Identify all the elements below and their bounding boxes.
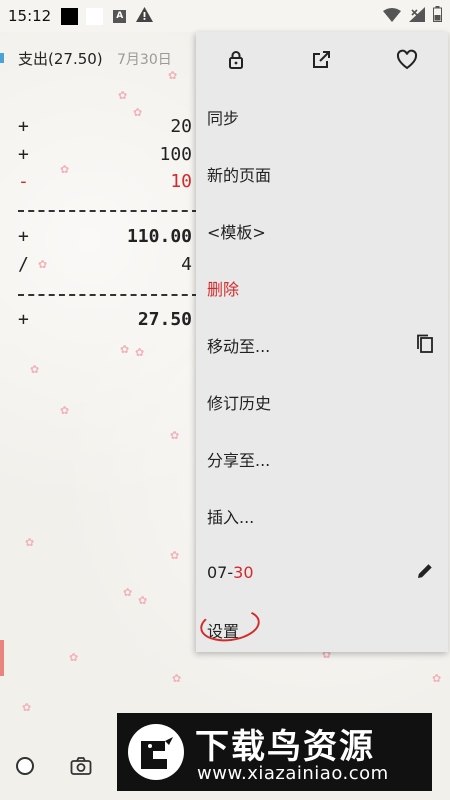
watermark-title: 下载鸟资源 bbox=[195, 727, 375, 767]
menu-item-label: <模板> bbox=[207, 222, 266, 242]
battery-icon bbox=[433, 6, 442, 26]
note-date: 7月30日 bbox=[117, 52, 172, 68]
menu-item-move-to[interactable]: 移动至... bbox=[196, 316, 448, 373]
menu-item-label: 同步 bbox=[207, 108, 240, 128]
note-title[interactable]: 支出(27.50) bbox=[18, 48, 103, 69]
wifi-icon bbox=[383, 7, 401, 26]
blossom-icon bbox=[138, 595, 148, 608]
menu-item-label: 移动至... bbox=[207, 336, 271, 356]
menu-date-day: 30 bbox=[233, 563, 254, 582]
heart-icon[interactable] bbox=[395, 48, 419, 72]
blossom-icon bbox=[172, 673, 182, 686]
calc-value: 10 bbox=[170, 171, 192, 192]
camera-icon[interactable] bbox=[70, 756, 92, 780]
warning-icon bbox=[136, 6, 154, 26]
bird-logo-icon bbox=[127, 723, 185, 781]
overflow-menu: 同步 新的页面 <模板> 删除 移动至... 修订历史 分享至... 插入...… bbox=[196, 32, 448, 652]
menu-item-label: 插入... bbox=[207, 507, 255, 527]
open-external-icon[interactable] bbox=[309, 48, 333, 72]
menu-item-template[interactable]: <模板> bbox=[196, 202, 448, 259]
divider-dashed bbox=[18, 294, 198, 308]
blossom-icon bbox=[168, 70, 178, 83]
watermark-banner: 下载鸟资源 www.xiazainiao.com bbox=[117, 713, 432, 791]
calc-row: + 27.50 bbox=[18, 309, 198, 335]
blossom-icon bbox=[120, 344, 130, 357]
menu-item-label: 删除 bbox=[207, 279, 240, 299]
watermark-url: www.xiazainiao.com bbox=[197, 763, 389, 784]
side-marker bbox=[0, 640, 4, 676]
menu-item-label: 新的页面 bbox=[207, 165, 272, 185]
lock-icon[interactable] bbox=[224, 48, 248, 72]
calc-operator: + bbox=[18, 309, 29, 330]
blossom-icon bbox=[123, 587, 133, 600]
calc-row: - 10 bbox=[18, 171, 198, 197]
menu-item-sync[interactable]: 同步 bbox=[196, 88, 448, 145]
calc-value: 4 bbox=[181, 254, 192, 275]
menu-item-label: 修订历史 bbox=[207, 393, 272, 413]
menu-date-month: 07- bbox=[207, 563, 234, 582]
calc-operator: - bbox=[18, 171, 29, 192]
menu-item-settings[interactable]: 设置 bbox=[196, 601, 448, 658]
menu-item-share-to[interactable]: 分享至... bbox=[196, 430, 448, 487]
blossom-icon bbox=[69, 652, 79, 665]
pencil-icon[interactable] bbox=[416, 562, 434, 584]
calc-value: 20 bbox=[170, 116, 192, 137]
menu-item-history[interactable]: 修订历史 bbox=[196, 373, 448, 430]
a-badge-icon: A bbox=[113, 9, 127, 23]
blossom-icon bbox=[118, 90, 128, 103]
blossom-icon bbox=[60, 405, 70, 418]
calc-value: 100 bbox=[159, 144, 192, 165]
divider-dashed bbox=[18, 210, 198, 224]
black-square-icon bbox=[61, 7, 79, 25]
status-bar: 15:12 A bbox=[0, 0, 450, 32]
menu-item-new-page[interactable]: 新的页面 bbox=[196, 145, 448, 202]
calc-operator: + bbox=[18, 116, 29, 137]
blossom-icon bbox=[170, 430, 180, 443]
calc-row: + 110.00 bbox=[18, 226, 198, 252]
copy-icon bbox=[416, 334, 434, 358]
blossom-icon bbox=[135, 347, 145, 360]
accent-bar bbox=[0, 53, 4, 63]
menu-icon-row bbox=[196, 32, 448, 88]
calc-row: / 4 bbox=[18, 254, 198, 280]
calc-value: 27.50 bbox=[137, 309, 192, 330]
calc-operator: / bbox=[18, 254, 29, 275]
circle-button[interactable] bbox=[16, 757, 34, 775]
white-square-icon bbox=[86, 7, 104, 25]
blossom-icon bbox=[432, 673, 442, 686]
blossom-icon bbox=[22, 702, 32, 715]
menu-item-date[interactable]: 07- 30 bbox=[196, 544, 448, 601]
calc-operator: + bbox=[18, 226, 29, 247]
calc-operator: + bbox=[18, 144, 29, 165]
menu-item-label: 分享至... bbox=[207, 450, 271, 470]
calc-row: + 20 bbox=[18, 116, 198, 142]
calc-row: + 100 bbox=[18, 144, 198, 170]
status-time: 15:12 bbox=[8, 7, 52, 25]
blossom-icon bbox=[30, 364, 40, 377]
menu-item-insert[interactable]: 插入... bbox=[196, 487, 448, 544]
note-header: 支出(27.50) 7月30日 bbox=[0, 44, 200, 74]
blossom-icon bbox=[170, 550, 180, 563]
signal-x-icon bbox=[409, 6, 425, 26]
calc-value: 110.00 bbox=[126, 226, 192, 247]
menu-item-delete[interactable]: 删除 bbox=[196, 259, 448, 316]
blossom-icon bbox=[25, 537, 35, 550]
